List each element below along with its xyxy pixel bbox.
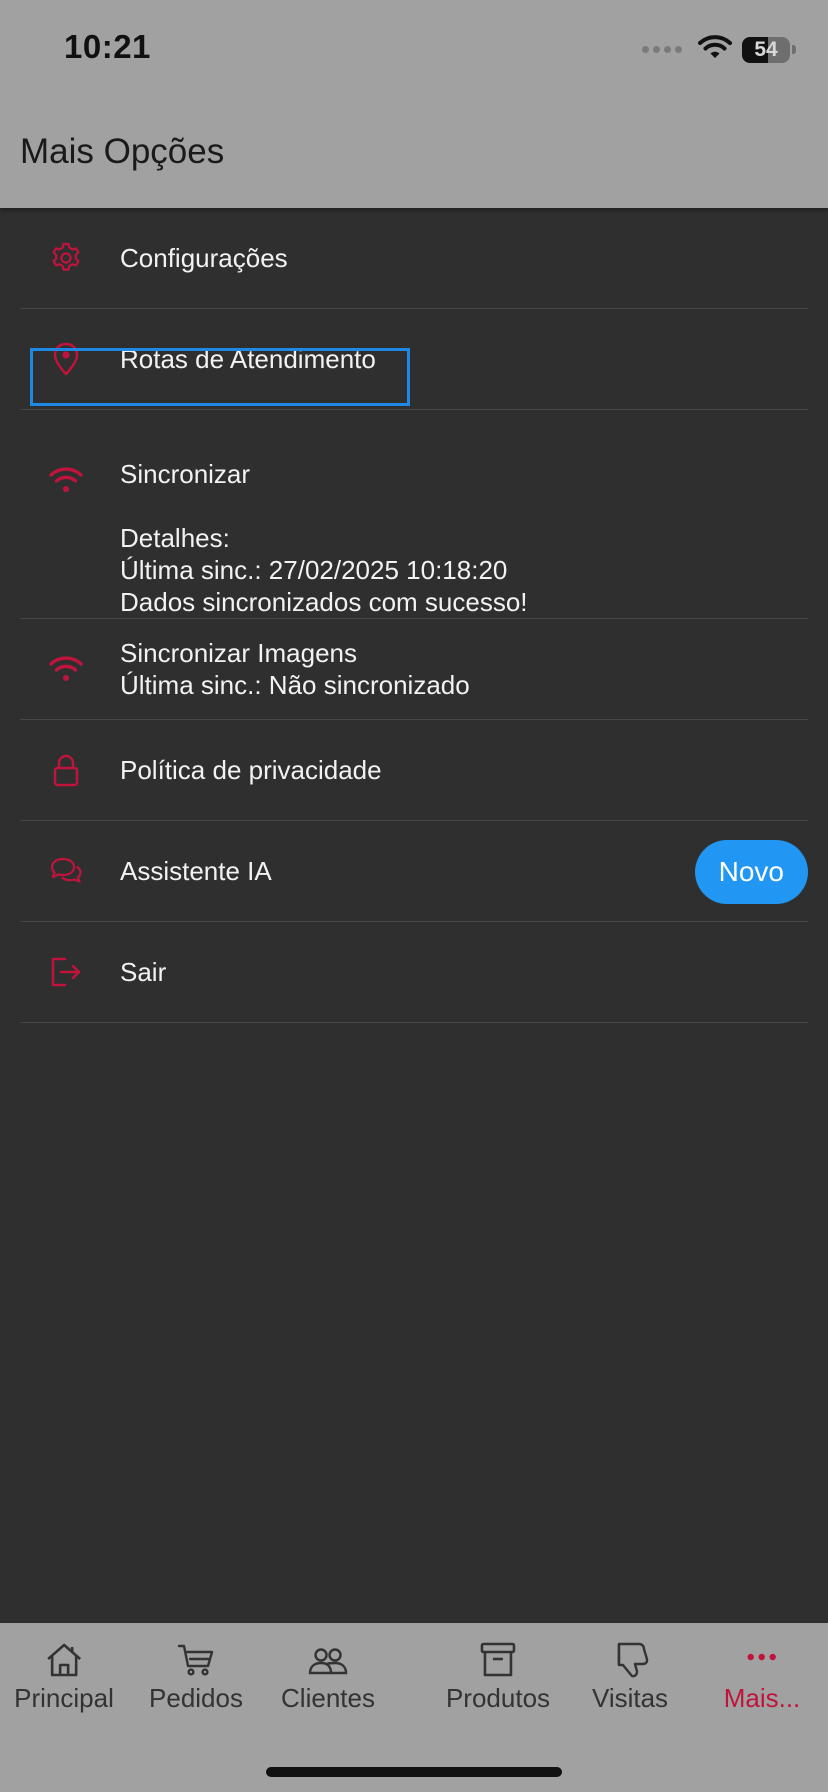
sync-images-text-block: Sincronizar Imagens Última sinc.: Não si… (120, 637, 470, 701)
logout-icon (48, 954, 84, 990)
bottom-tab-bar: Principal Pedidos Clientes Produtos Visi… (0, 1623, 828, 1792)
screen: 10:21 54 Mais Opções Configurações Rotas… (0, 0, 828, 1792)
tab-label-pedidos: Pedidos (149, 1683, 243, 1713)
cellular-signal-icon (642, 46, 682, 53)
tab-mais[interactable]: Mais... (723, 1639, 801, 1714)
tab-label-principal: Principal (14, 1683, 114, 1713)
archive-box-icon (477, 1639, 519, 1681)
menu-item-sync-images[interactable]: Sincronizar Imagens Última sinc.: Não si… (20, 619, 808, 720)
menu-label-sync-images: Sincronizar Imagens (120, 638, 357, 668)
new-badge[interactable]: Novo (694, 840, 808, 904)
tab-produtos[interactable]: Produtos (446, 1639, 550, 1714)
tab-label-mais: Mais... (723, 1683, 801, 1713)
menu-item-settings[interactable]: Configurações (20, 208, 808, 309)
sync-last-sync: Última sinc.: 27/02/2025 10:18:20 (120, 555, 508, 585)
page-title: Mais Opções (20, 132, 225, 171)
menu-label-settings: Configurações (120, 243, 288, 273)
cart-icon (175, 1639, 217, 1681)
status-time: 10:21 (64, 28, 151, 65)
menu-label-sync: Sincronizar (120, 459, 251, 489)
lock-icon (48, 752, 84, 788)
options-menu: Configurações Rotas de Atendimento Sincr… (20, 208, 808, 1023)
menu-label-logout: Sair (120, 957, 167, 987)
menu-item-privacy[interactable]: Política de privacidade (20, 720, 808, 821)
wifi-icon (48, 651, 84, 687)
wifi-icon (48, 462, 84, 498)
wifi-status-icon (698, 34, 732, 65)
tab-clientes[interactable]: Clientes (281, 1639, 375, 1714)
more-dots-icon (741, 1639, 783, 1681)
tab-visitas[interactable]: Visitas (592, 1639, 668, 1714)
menu-item-routes[interactable]: Rotas de Atendimento (20, 309, 808, 410)
users-icon (307, 1639, 349, 1681)
tab-pedidos[interactable]: Pedidos (149, 1639, 243, 1714)
gear-icon (48, 240, 84, 276)
sync-details: Detalhes: Última sinc.: 27/02/2025 10:18… (120, 522, 528, 618)
menu-item-assistant[interactable]: Assistente IA Novo (20, 821, 808, 922)
sync-status: Dados sincronizados com sucesso! (120, 587, 528, 617)
sync-details-title: Detalhes: (120, 523, 230, 553)
menu-item-sync[interactable]: Sincronizar Detalhes: Última sinc.: 27/0… (20, 410, 808, 619)
sync-images-last-sync: Última sinc.: Não sincronizado (120, 670, 470, 700)
tab-principal[interactable]: Principal (14, 1639, 114, 1714)
map-pin-icon (48, 341, 84, 377)
battery-icon: 54 (742, 36, 790, 63)
tab-label-produtos: Produtos (445, 1683, 551, 1713)
menu-item-logout[interactable]: Sair (20, 922, 808, 1023)
app-header: 10:21 54 Mais Opções (0, 0, 828, 208)
menu-label-privacy: Política de privacidade (120, 755, 382, 785)
sync-text-block: Sincronizar Detalhes: Última sinc.: 27/0… (120, 410, 528, 618)
status-indicators: 54 (642, 34, 796, 65)
battery-cap (792, 45, 796, 54)
tab-label-visitas: Visitas (591, 1683, 669, 1713)
battery-percent: 54 (754, 37, 778, 61)
chat-bubbles-icon (48, 853, 84, 889)
tab-label-clientes: Clientes (281, 1683, 375, 1713)
menu-label-routes: Rotas de Atendimento (120, 344, 376, 374)
menu-label-assistant: Assistente IA (120, 856, 272, 886)
home-indicator[interactable] (266, 1767, 562, 1777)
thumbs-down-icon (609, 1639, 651, 1681)
home-icon (43, 1639, 85, 1681)
